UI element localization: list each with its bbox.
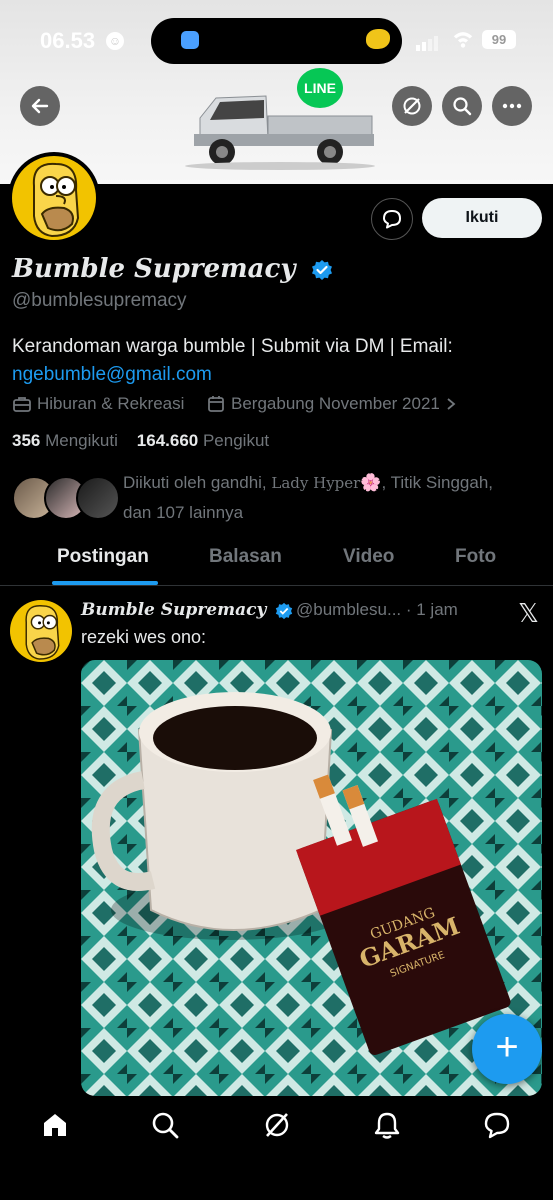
verified-badge-icon	[276, 602, 293, 619]
wifi-icon	[453, 32, 473, 48]
joined-label: Bergabung November 2021	[231, 394, 440, 413]
bottom-navigation	[0, 1096, 553, 1200]
chevron-right-icon	[447, 398, 456, 410]
bio-email-link[interactable]: ngebumble@gmail.com	[12, 364, 212, 385]
face-status-icon: ☺	[106, 32, 124, 50]
back-arrow-icon	[31, 98, 49, 114]
homer-avatar-icon	[25, 605, 60, 660]
following-stat[interactable]: 356 Mengikuti	[12, 431, 118, 450]
joined-meta[interactable]: Bergabung November 2021	[207, 394, 456, 414]
briefcase-icon	[13, 397, 31, 412]
messages-icon[interactable]	[482, 1110, 512, 1140]
notifications-bell-icon[interactable]	[372, 1110, 402, 1140]
follow-button[interactable]: Ikuti	[422, 198, 542, 238]
tab-balasan[interactable]: Balasan	[209, 546, 282, 568]
more-button[interactable]	[492, 86, 532, 126]
grok-icon[interactable]	[262, 1110, 292, 1140]
profile-handle: @bumblesupremacy	[12, 290, 187, 311]
grok-button[interactable]	[392, 86, 432, 126]
profile-bio: Kerandoman warga bumble | Submit via DM …	[12, 333, 542, 389]
message-button[interactable]	[371, 198, 413, 240]
tab-postingan[interactable]: Postingan	[57, 546, 149, 568]
app-activity-icon	[181, 31, 199, 49]
status-time: 06.53	[40, 28, 96, 53]
verified-badge-icon[interactable]	[311, 259, 333, 281]
post-handle-time: @bumblesu... · 1 jam	[296, 600, 458, 619]
battery-icon: 99	[482, 30, 516, 49]
more-icon	[502, 103, 522, 109]
post-image[interactable]: GUDANG GARAM SIGNATURE	[81, 660, 542, 1096]
category-meta: Hiburan & Rekreasi	[12, 394, 184, 414]
styled-username: Lady Hyper	[271, 474, 361, 492]
compose-fab-button[interactable]: +	[472, 1014, 542, 1084]
follow-stats: 356 Mengikuti 164.660 Pengikut	[12, 431, 269, 451]
mutual-followers-avatars[interactable]	[12, 476, 120, 520]
profile-name-text: Bumble Supremacy	[12, 254, 296, 284]
fish-activity-icon	[366, 29, 390, 49]
message-icon	[383, 210, 401, 229]
followed-by-text[interactable]: Diikuti oleh gandhi, Lady Hyper🌸, Titik …	[123, 468, 533, 528]
profile-avatar[interactable]	[8, 152, 100, 244]
category-label: Hiburan & Rekreasi	[37, 394, 185, 413]
tabs-divider	[0, 585, 553, 586]
post-text: rezeki wes ono:	[81, 627, 207, 647]
line-logo: LINE	[297, 68, 343, 108]
home-icon[interactable]	[40, 1110, 70, 1140]
truck-image	[185, 95, 375, 170]
bio-text: Kerandoman warga bumble | Submit via DM …	[12, 336, 453, 357]
homer-avatar-icon	[12, 156, 96, 240]
calendar-icon	[208, 396, 224, 412]
followers-stat[interactable]: 164.660 Pengikut	[137, 431, 269, 450]
x-logo-icon[interactable]: 𝕏	[518, 598, 539, 629]
profile-name: Bumble Supremacy	[12, 254, 333, 284]
post-author-name[interactable]: Bumble Supremacy	[81, 600, 293, 620]
grok-icon	[403, 97, 421, 115]
tab-foto[interactable]: Foto	[455, 546, 496, 568]
search-icon[interactable]	[150, 1110, 180, 1140]
back-button[interactable]	[20, 86, 60, 126]
flower-emoji-icon: 🌸	[360, 473, 382, 492]
search-icon	[453, 97, 472, 116]
search-button[interactable]	[442, 86, 482, 126]
post-avatar[interactable]	[10, 600, 72, 662]
tab-video[interactable]: Video	[343, 546, 394, 568]
signal-icon	[416, 33, 440, 51]
mutual-avatar-3	[76, 476, 120, 520]
